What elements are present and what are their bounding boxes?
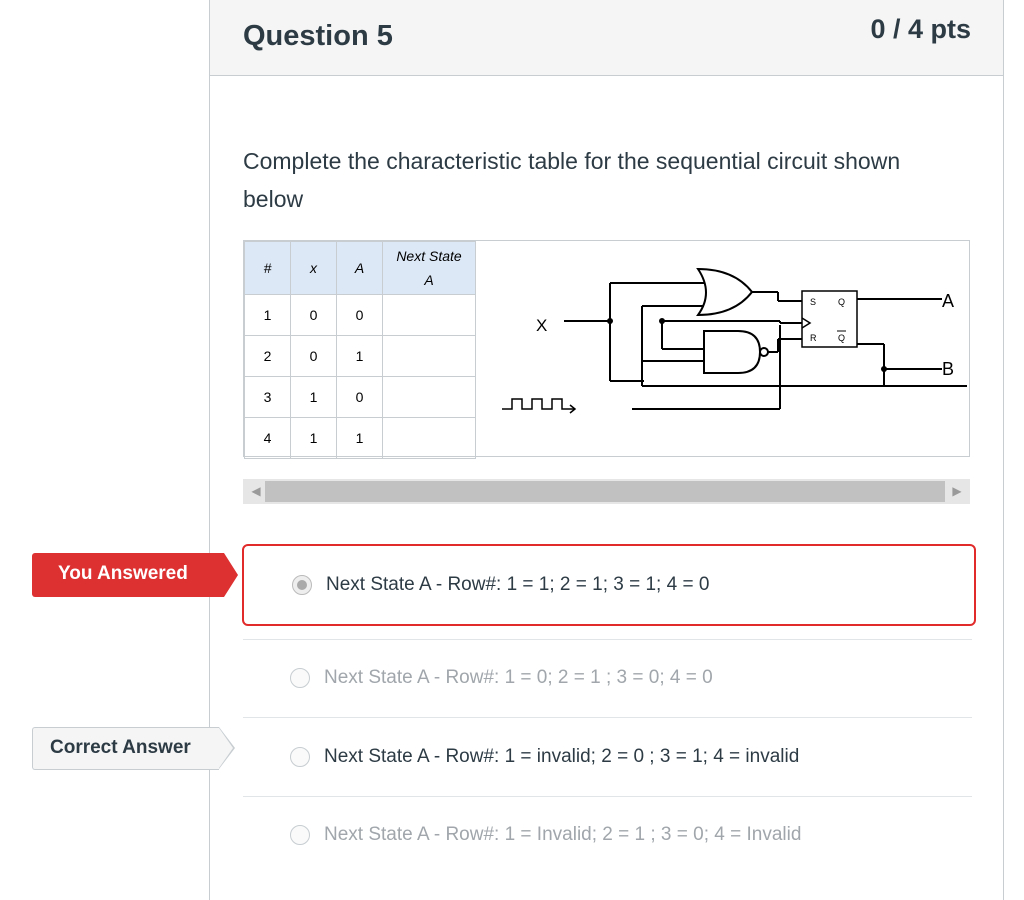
you-answered-label: You Answered [58, 563, 188, 584]
table-header: Next State A [382, 241, 476, 295]
question-points: 0 / 4 pts [870, 14, 971, 44]
scroll-left-icon[interactable]: ◀ [247, 483, 265, 500]
ff-qbar-label: Q [838, 333, 845, 343]
table-header: A [336, 241, 383, 295]
answer-radio[interactable] [290, 668, 310, 688]
question-text: Complete the characteristic table for th… [243, 148, 901, 212]
question-title: Question 5 [243, 20, 393, 52]
answer-option-2[interactable]: Next State A - Row#: 1 = 0; 2 = 1 ; 3 = … [242, 656, 972, 706]
correct-answer-flag: Correct Answer [32, 727, 235, 770]
table-cell: 1 [244, 294, 291, 336]
horizontal-scrollbar[interactable]: ◀ ▶ [243, 479, 970, 504]
table-cell [382, 294, 476, 336]
answer-label: Next State A - Row#: 1 = invalid; 2 = 0 … [324, 746, 800, 767]
answer-option-3[interactable]: Next State A - Row#: 1 = invalid; 2 = 0 … [242, 735, 972, 785]
answer-radio[interactable] [290, 747, 310, 767]
table-cell: 0 [290, 335, 337, 377]
table-row: 4 1 1 [244, 417, 476, 459]
table-cell [382, 376, 476, 418]
table-cell: 0 [336, 376, 383, 418]
answer-label: Next State A - Row#: 1 = Invalid; 2 = 1 … [324, 824, 802, 845]
table-cell: 1 [336, 417, 383, 459]
output-b-label: B [942, 359, 954, 379]
answer-label: Next State A - Row#: 1 = 1; 2 = 1; 3 = 1… [326, 574, 710, 595]
question-card: Question 5 0 / 4 pts Complete the charac… [209, 0, 1004, 900]
correct-answer-label: Correct Answer [50, 737, 191, 758]
table-row: 3 1 0 [244, 376, 476, 418]
input-x-label: X [536, 316, 547, 335]
table-cell [382, 335, 476, 377]
output-a-label: A [942, 291, 954, 311]
you-answered-flag: You Answered [32, 553, 238, 597]
table-cell: 1 [290, 417, 337, 459]
table-cell: 2 [244, 335, 291, 377]
table-cell [382, 417, 476, 459]
answer-option-4[interactable]: Next State A - Row#: 1 = Invalid; 2 = 1 … [242, 813, 972, 863]
divider [243, 796, 972, 797]
scrollbar-thumb[interactable] [265, 481, 945, 502]
table-cell: 3 [244, 376, 291, 418]
ff-r-label: R [810, 333, 817, 343]
characteristic-table: # x A Next State A 1 0 0 2 0 1 3 1 0 4 1… [244, 241, 476, 459]
divider [243, 717, 972, 718]
answer-radio[interactable] [292, 575, 312, 595]
table-cell: 0 [290, 294, 337, 336]
table-cell: 4 [244, 417, 291, 459]
ff-s-label: S [810, 297, 816, 307]
table-row: 1 0 0 [244, 294, 476, 336]
answer-option-1[interactable]: Next State A - Row#: 1 = 1; 2 = 1; 3 = 1… [242, 544, 976, 626]
divider [243, 639, 972, 640]
table-header: # [244, 241, 291, 295]
answer-label: Next State A - Row#: 1 = 0; 2 = 1 ; 3 = … [324, 667, 713, 688]
question-figure: # x A Next State A 1 0 0 2 0 1 3 1 0 4 1… [243, 240, 970, 459]
table-cell: 1 [336, 335, 383, 377]
ff-q-label: Q [838, 297, 845, 307]
table-header-row: # x A Next State A [244, 241, 476, 295]
table-row: 2 0 1 [244, 335, 476, 377]
sequential-circuit-diagram: X A B S Q R Q [502, 267, 967, 414]
table-cell: 0 [336, 294, 383, 336]
table-cell: 1 [290, 376, 337, 418]
answer-radio[interactable] [290, 825, 310, 845]
scroll-right-icon[interactable]: ▶ [948, 483, 966, 500]
table-header: x [290, 241, 337, 295]
question-header: Question 5 0 / 4 pts [210, 0, 1003, 76]
